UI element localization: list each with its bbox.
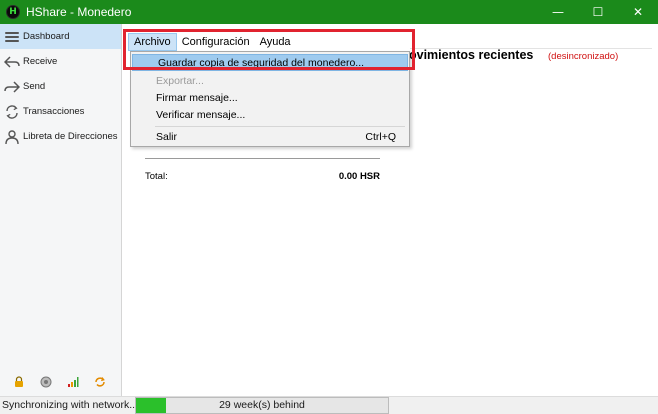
minimize-icon: — (552, 5, 564, 19)
menu-item-exit-label: Salir (156, 130, 178, 143)
menu-item-backup-wallet[interactable]: Guardar copia de seguridad del monedero.… (132, 54, 408, 71)
sync-progress-label: 29 week(s) behind (219, 399, 305, 411)
menu-item-verify-message[interactable]: Verificar mensaje... (131, 106, 409, 123)
balance-divider (145, 158, 380, 159)
menu-item-sign-message[interactable]: Firmar mensaje... (131, 89, 409, 106)
sidebar-item-receive[interactable]: Receive (0, 49, 121, 74)
sidebar-item-label: Send (23, 81, 46, 92)
title-bar: H HShare - Monedero — ☐ ✕ (0, 0, 658, 24)
lock-icon[interactable] (13, 376, 25, 388)
sync-icon[interactable] (94, 376, 106, 388)
maximize-button[interactable]: ☐ (578, 0, 618, 24)
close-button[interactable]: ✕ (618, 0, 658, 24)
menu-separator (155, 126, 405, 127)
sync-status-text: Synchronizing with network... (2, 399, 138, 411)
recent-transactions-title: ovimientos recientes (409, 48, 534, 62)
dashboard-icon (4, 29, 20, 45)
total-label: Total: (145, 171, 168, 182)
menu-bar: Archivo Configuración Ayuda (128, 33, 296, 51)
sidebar-item-transactions[interactable]: Transacciones (0, 99, 121, 124)
window-title: HShare - Monedero (26, 5, 132, 19)
app-logo-icon: H (6, 5, 20, 19)
menu-archivo[interactable]: Archivo (128, 33, 177, 51)
filter-strip (410, 33, 652, 49)
minimize-button[interactable]: — (538, 0, 578, 24)
receive-icon (4, 54, 20, 70)
out-of-sync-label[interactable]: (desincronizado) (548, 51, 618, 62)
send-icon (4, 79, 20, 95)
sidebar-item-address-book[interactable]: Libreta de Direcciones (0, 124, 121, 149)
sidebar: Dashboard Receive Send Transacciones Lib… (0, 24, 122, 396)
close-icon: ✕ (632, 5, 644, 19)
sidebar-item-label: Transacciones (23, 106, 85, 117)
sidebar-item-label: Libreta de Direcciones (23, 131, 118, 142)
menu-item-export: Exportar... (156, 74, 204, 87)
staking-icon[interactable] (40, 376, 52, 388)
menu-item-exit[interactable]: Salir Ctrl+Q (131, 128, 409, 145)
sidebar-item-dashboard[interactable]: Dashboard (0, 24, 121, 49)
address-book-icon (4, 129, 20, 145)
sidebar-item-label: Dashboard (23, 31, 70, 42)
status-bar: Synchronizing with network... 29 week(s)… (0, 396, 658, 414)
status-icons (0, 376, 122, 390)
exit-shortcut: Ctrl+Q (365, 130, 396, 143)
file-menu-dropdown: Guardar copia de seguridad del monedero.… (130, 51, 410, 147)
sync-progress-bar: 29 week(s) behind (135, 397, 389, 414)
total-value: 0.00 HSR (338, 171, 380, 182)
menu-configuracion[interactable]: Configuración (177, 33, 255, 51)
menu-ayuda[interactable]: Ayuda (255, 33, 296, 51)
maximize-icon: ☐ (592, 5, 604, 19)
signal-icon[interactable] (67, 376, 79, 388)
transactions-icon (4, 104, 20, 120)
sidebar-item-label: Receive (23, 56, 58, 67)
sidebar-item-send[interactable]: Send (0, 74, 121, 99)
window-controls: — ☐ ✕ (538, 0, 658, 24)
